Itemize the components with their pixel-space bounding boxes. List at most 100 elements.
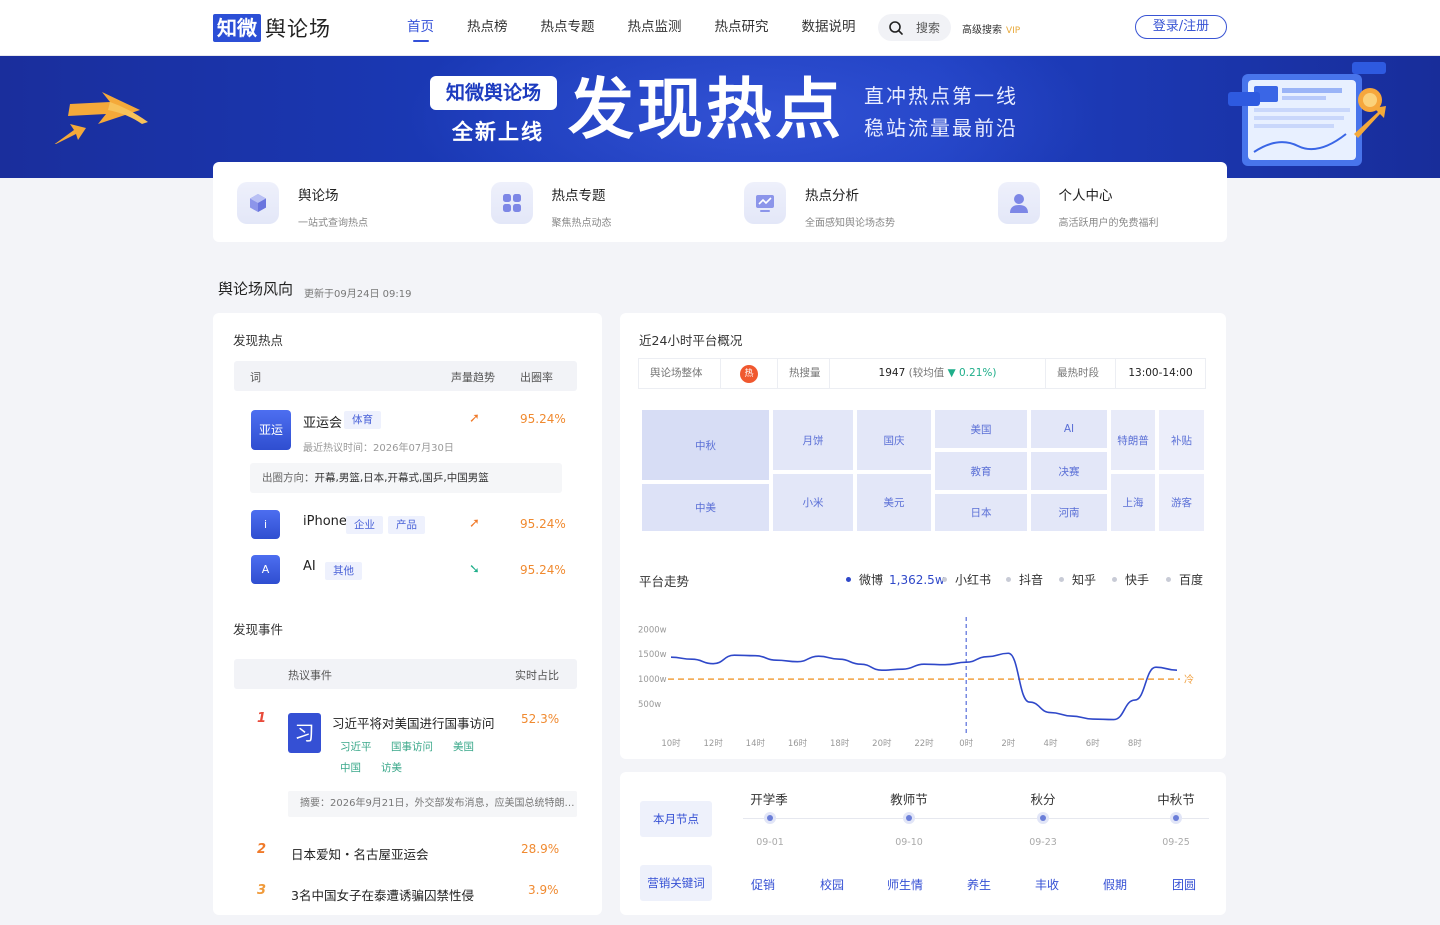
x-tick-label: 0时 [959, 738, 973, 749]
treemap-cell[interactable]: 游客 [1159, 474, 1204, 531]
hot-rate: 95.24% [520, 412, 566, 426]
legend-weibo[interactable]: 微博 1,362.5w [846, 571, 945, 588]
marketing-keyword[interactable]: 校园 [820, 876, 844, 893]
x-tick-label: 14时 [746, 738, 766, 749]
nav-hot-topics[interactable]: 热点专题 [541, 0, 595, 56]
search-box[interactable]: 搜索 [878, 14, 951, 41]
treemap-cell[interactable]: 美国 [935, 410, 1027, 448]
section-title: 舆论场风向 [218, 280, 294, 298]
holiday-name[interactable]: 教师节 [869, 789, 949, 808]
treemap-cell[interactable]: 中美 [642, 484, 769, 531]
nav-hot-list[interactable]: 热点榜 [467, 0, 508, 56]
treemap-cell[interactable]: 国庆 [857, 410, 931, 470]
banner-slogan-line-2: 稳站流量最前沿 [864, 116, 1018, 140]
nav-hot-research[interactable]: 热点研究 [715, 0, 769, 56]
nav-home[interactable]: 首页 [407, 0, 434, 56]
treemap-cell[interactable]: 日本 [935, 494, 1027, 531]
marketing-keyword[interactable]: 养生 [967, 876, 991, 893]
x-tick-label: 12时 [704, 738, 724, 749]
event-tag[interactable]: 访美 [381, 760, 402, 775]
main-nav: 首页 热点榜 热点专题 热点监测 热点研究 数据说明 [407, 0, 889, 56]
legend-label: 百度 [1179, 573, 1204, 587]
col-word: 词 [250, 371, 261, 384]
feature-card-hot-topics[interactable]: 热点专题 聚焦热点动态 [467, 162, 721, 242]
legend-xiaohongshu[interactable]: 小红书 [942, 571, 991, 588]
legend-douyin[interactable]: 抖音 [1006, 571, 1043, 588]
hot-rate: 95.24% [520, 563, 566, 577]
treemap-cell[interactable]: 特朗普 [1111, 410, 1155, 470]
hot-word[interactable]: 亚运会 [303, 412, 342, 431]
feature-title: 热点分析 [805, 188, 859, 204]
marketing-keyword[interactable]: 促销 [751, 876, 775, 893]
event-tag[interactable]: 中国 [340, 760, 361, 775]
hot-tag[interactable]: 产品 [388, 516, 425, 534]
banner-headline: 发现热点 [568, 71, 844, 148]
col-ratio: 实时占比 [515, 669, 559, 682]
treemap-cell[interactable]: 美元 [857, 474, 931, 531]
event-title[interactable]: 日本爱知・名古屋亚运会 [291, 844, 429, 863]
holiday-name[interactable]: 中秋节 [1136, 789, 1216, 808]
nav-hot-monitor[interactable]: 热点监测 [628, 0, 682, 56]
event-tag[interactable]: 国事访问 [391, 739, 433, 754]
hot-word-icon: A [251, 555, 280, 584]
trend-down-icon: ➘ [469, 562, 480, 577]
hot-badge: 热 [740, 365, 758, 383]
legend-dot [1112, 577, 1117, 582]
discover-hot-title: 发现热点 [233, 333, 284, 348]
treemap-cell[interactable]: 小米 [773, 474, 853, 531]
holiday-name[interactable]: 秋分 [1003, 789, 1083, 808]
legend-baidu[interactable]: 百度 [1166, 571, 1203, 588]
timeline-dot [1170, 812, 1182, 824]
hot-tag[interactable]: 企业 [346, 516, 383, 534]
event-title[interactable]: 3名中国女子在泰遭诱骗囚禁性侵 [291, 885, 474, 904]
legend-dot [942, 577, 947, 582]
marketing-keyword[interactable]: 师生情 [887, 876, 923, 893]
hot-tag[interactable]: 其他 [325, 562, 362, 580]
holiday-date: 09-01 [756, 837, 784, 848]
treemap-cell[interactable]: AI [1031, 410, 1107, 448]
legend-kuaishou[interactable]: 快手 [1112, 571, 1149, 588]
timeline-dot [1037, 812, 1049, 824]
hot-word[interactable]: AI [303, 559, 316, 574]
hero-banner[interactable]: 知微舆论场 全新上线 发现热点 直冲热点第一线 稳站流量最前沿 [0, 56, 1440, 178]
treemap-cell[interactable]: 河南 [1031, 494, 1107, 531]
feature-card-hot-analysis[interactable]: 热点分析 全面感知舆论场态势 [720, 162, 974, 242]
discover-panel: 发现热点 词 声量趋势 出圈率 亚运 亚运会 体育 最近热议时间：2026年07… [213, 313, 602, 915]
marketing-keywords-pill[interactable]: 营销关键词 [640, 865, 712, 901]
month-nodes-pill[interactable]: 本月节点 [640, 801, 712, 837]
search-volume-cell: 1947 (较均值 ▼ 0.21%) [830, 359, 1046, 388]
top-header: 知微 舆论场 首页 热点榜 热点专题 热点监测 热点研究 数据说明 搜索 高级搜… [0, 0, 1440, 56]
login-register-button[interactable]: 登录/注册 [1135, 15, 1227, 39]
marketing-keyword[interactable]: 团圆 [1172, 876, 1196, 893]
legend-dot [1059, 577, 1064, 582]
marketing-keyword[interactable]: 假期 [1103, 876, 1127, 893]
event-pct: 3.9% [528, 883, 559, 897]
feature-title: 热点专题 [551, 188, 606, 204]
feature-title: 舆论场 [298, 188, 339, 204]
hot-tag[interactable]: 体育 [344, 411, 381, 429]
treemap-cell[interactable]: 决赛 [1031, 452, 1107, 490]
user-icon [997, 182, 1040, 224]
treemap-cell[interactable]: 补贴 [1159, 410, 1204, 470]
holiday-name[interactable]: 开学季 [729, 789, 809, 808]
feature-card-user-center[interactable]: 个人中心 高活跃用户的免费福利 [974, 162, 1228, 242]
feature-card-public-opinion[interactable]: 舆论场 一站式查询热点 [213, 162, 467, 242]
holiday-date: 09-25 [1162, 837, 1190, 848]
legend-zhihu[interactable]: 知乎 [1059, 571, 1096, 588]
treemap-cell[interactable]: 月饼 [773, 410, 853, 470]
site-logo[interactable]: 知微 舆论场 [213, 13, 331, 43]
nav-data-notes[interactable]: 数据说明 [802, 0, 856, 56]
event-tag[interactable]: 美国 [453, 739, 474, 754]
vip-badge: VIP [1006, 26, 1021, 36]
hot-word-icon: i [251, 510, 280, 539]
platform-trend-chart[interactable]: 2000w 1500w 1000w 500w 冷 10时 12时 14时 16时 18时 20时 22… [638, 603, 1198, 753]
advanced-search-link[interactable]: 高级搜索 VIP [962, 21, 1020, 36]
event-title[interactable]: 习近平将对美国进行国事访问 [332, 713, 495, 732]
marketing-keyword[interactable]: 丰收 [1035, 876, 1059, 893]
treemap-cell[interactable]: 中秋 [642, 410, 769, 480]
y-tick-label: 2000w [638, 625, 667, 635]
event-tag[interactable]: 习近平 [340, 739, 372, 754]
treemap-cell[interactable]: 上海 [1111, 474, 1155, 531]
hot-word[interactable]: iPhone [303, 514, 347, 529]
treemap-cell[interactable]: 教育 [935, 452, 1027, 490]
